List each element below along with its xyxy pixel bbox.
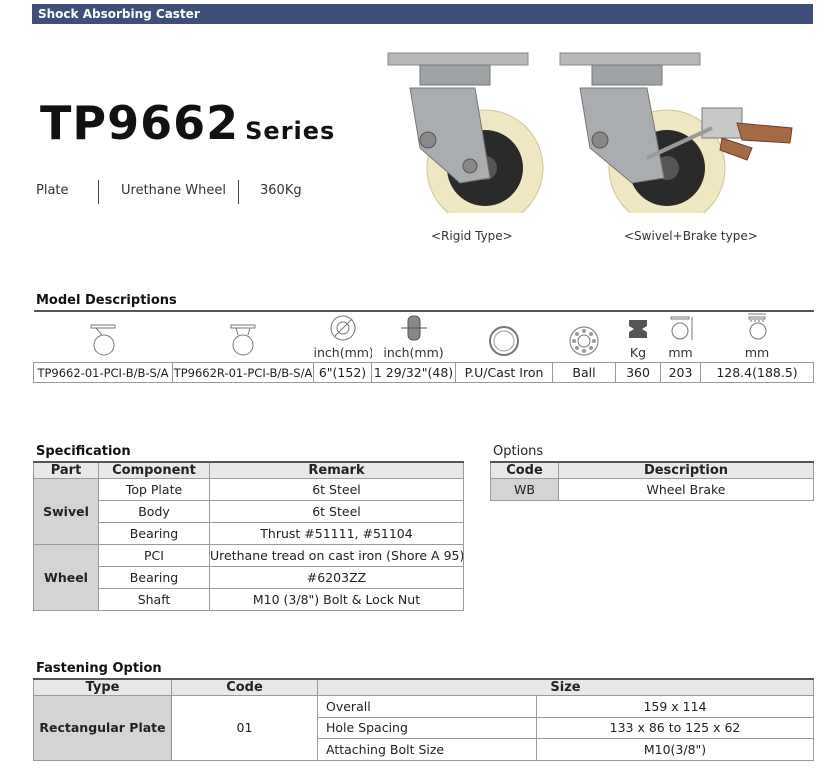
rigid-caster-icon — [230, 324, 256, 356]
icon-cell-rigid — [172, 310, 314, 363]
model-code-swivel: TP9662-01-PCI-B/B-S/A — [33, 362, 173, 383]
unit-label: inch(mm) — [383, 345, 444, 360]
caster-height-icon — [670, 316, 692, 340]
spec-wheel: Urethane Wheel — [121, 183, 226, 198]
product-title: TP9662 Series — [40, 96, 335, 150]
unit-label: mm — [668, 345, 693, 360]
spec-component: PCI — [98, 544, 210, 567]
options-title: Options — [493, 444, 544, 459]
fastening-size-label: Attaching Bolt Size — [317, 738, 537, 761]
model-code-rigid: TP9662R-01-PCI-B/B-S/A — [172, 362, 314, 383]
unit-label: inch(mm) — [313, 345, 372, 360]
icon-cell-load: Kg — [615, 310, 661, 363]
swivel-caption: <Swivel+Brake type> — [624, 229, 758, 243]
load-weight-icon — [629, 320, 647, 338]
spec-load: 360Kg — [260, 183, 302, 198]
header-title: Shock Absorbing Caster — [38, 7, 200, 21]
fastening-header-size: Size — [316, 678, 815, 696]
fastening-size-value: 133 x 86 to 125 x 62 — [535, 716, 815, 739]
spec-component: Bearing — [98, 522, 210, 545]
spec-header-component: Component — [98, 461, 210, 479]
spec-header-part: Part — [33, 461, 99, 479]
swivel-offset-icon — [748, 313, 767, 340]
icon-cell-diameter: inch(mm) — [313, 310, 372, 363]
model-table: inch(mm) inch(mm) Kg mm mm TP9662-01-PCI… — [33, 310, 814, 383]
swivel-caster-icon — [90, 324, 116, 356]
options-header-code: Code — [490, 461, 559, 479]
rigid-caster-image — [387, 52, 544, 213]
load-value: 360 — [615, 362, 661, 383]
wheel-material-icon — [489, 326, 519, 356]
header-bar: Shock Absorbing Caster — [32, 4, 813, 24]
unit-label: Kg — [629, 345, 647, 360]
bearing-value: Ball — [552, 362, 616, 383]
wheel-width-value: 1 29/32"(48) — [371, 362, 456, 383]
spec-remark: 6t Steel — [209, 500, 464, 523]
offset-value: 128.4(188.5) — [700, 362, 814, 383]
spec-plate: Plate — [36, 183, 69, 198]
fastening-header-type: Type — [33, 678, 172, 696]
wheel-diameter-value: 6"(152) — [313, 362, 372, 383]
bearing-icon — [569, 326, 599, 356]
series-label: Series — [245, 117, 336, 145]
icon-cell-height: mm — [660, 310, 701, 363]
fastening-size-value: 159 x 114 — [535, 695, 815, 718]
fastening-code: 01 — [171, 695, 318, 761]
spec-divider — [238, 180, 239, 204]
spec-component: Top Plate — [98, 478, 210, 501]
icon-cell-swivel — [33, 310, 173, 363]
icon-cell-offset: mm — [700, 310, 814, 363]
options-table: Code Description WB Wheel Brake — [490, 461, 814, 501]
wheel-diameter-icon — [330, 315, 355, 341]
spec-part-wheel: Wheel — [33, 544, 99, 611]
fastening-type: Rectangular Plate — [33, 695, 172, 761]
model-name: TP9662 — [40, 96, 240, 150]
icon-cell-bearing — [552, 310, 616, 363]
spec-remark: M10 (3/8") Bolt & Lock Nut — [209, 588, 464, 611]
spec-part-swivel: Swivel — [33, 478, 99, 545]
fastening-title: Fastening Option — [36, 661, 162, 676]
spec-component: Body — [98, 500, 210, 523]
specification-table: Part Component Remark Swivel Top Plate 6… — [33, 461, 464, 611]
icon-cell-material — [455, 310, 553, 363]
fastening-size-label: Hole Spacing — [317, 716, 537, 739]
spec-remark: 6t Steel — [209, 478, 464, 501]
spec-component: Shaft — [98, 588, 210, 611]
fastening-size-label: Overall — [317, 695, 537, 718]
swivel-brake-caster-image — [559, 52, 793, 213]
spec-remark: Thrust #51111, #51104 — [209, 522, 464, 545]
option-code: WB — [490, 478, 559, 501]
rigid-caption: <Rigid Type> — [431, 229, 513, 243]
specification-title: Specification — [36, 444, 131, 459]
spec-remark: #6203ZZ — [209, 566, 464, 589]
fastening-size-value: M10(3/8") — [535, 738, 815, 761]
spec-header-remark: Remark — [209, 461, 464, 479]
wheel-width-icon — [400, 315, 427, 341]
wheel-material-value: P.U/Cast Iron — [455, 362, 553, 383]
spec-component: Bearing — [98, 566, 210, 589]
fastening-table: Type Code Size Rectangular Plate 01 Over… — [33, 678, 815, 761]
options-header-description: Description — [558, 461, 814, 479]
height-value: 203 — [660, 362, 701, 383]
option-description: Wheel Brake — [558, 478, 814, 501]
spec-divider — [98, 180, 99, 204]
fastening-header-code: Code — [171, 678, 318, 696]
spec-remark: Urethane tread on cast iron (Shore A 95) — [209, 544, 464, 567]
model-descriptions-title: Model Descriptions — [36, 293, 177, 308]
icon-cell-width: inch(mm) — [371, 310, 456, 363]
unit-label: mm — [744, 345, 770, 360]
